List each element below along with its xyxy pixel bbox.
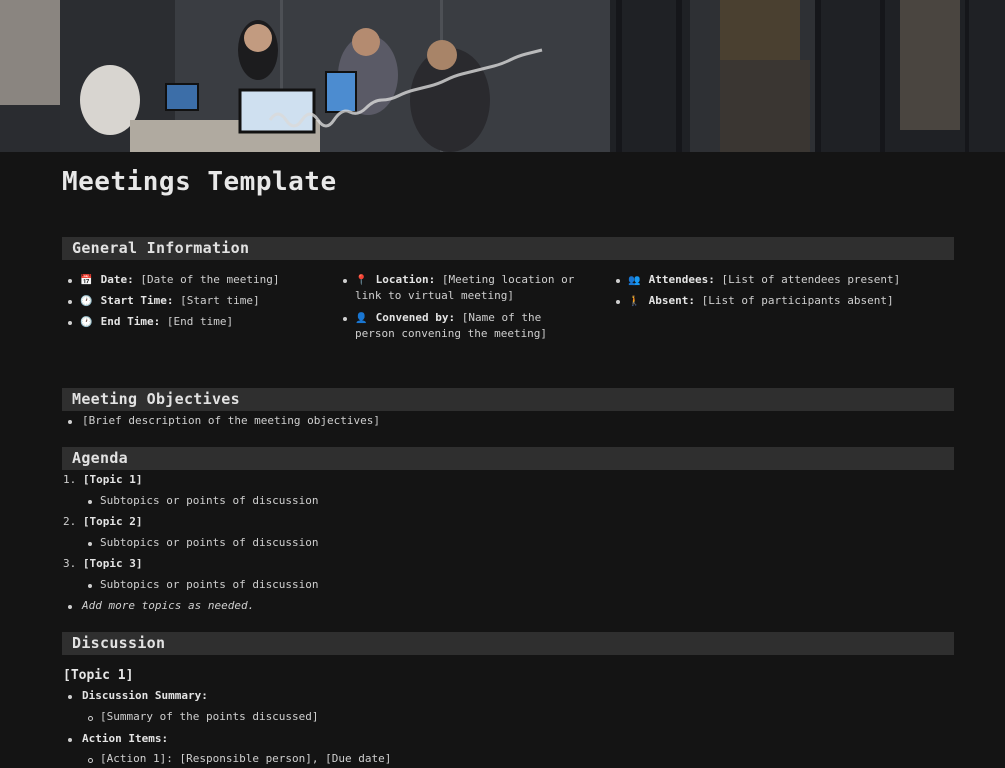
list-item-attendees: 👥 Attendees: [List of attendees present] — [628, 272, 900, 289]
list-item-location-cont: link to virtual meeting] — [355, 289, 514, 302]
agenda-topic-3: 3. [Topic 3] — [63, 557, 143, 570]
sub-bullet — [88, 716, 93, 721]
list-item-start-time: 🕐 Start Time: [Start time] — [80, 293, 260, 310]
person-icon: 👤 — [355, 313, 368, 324]
bullet — [68, 300, 72, 304]
agenda-topic-2: 2. [Topic 2] — [63, 515, 143, 528]
list-item-objective: [Brief description of the meeting object… — [82, 414, 381, 427]
bullet — [88, 542, 92, 546]
list-item-convened-by-cont: person convening the meeting] — [355, 327, 548, 340]
action-item-1: [Action 1]: [Responsible person], [Due d… — [100, 752, 392, 765]
discussion-topic-heading: [Topic 1] — [63, 668, 134, 683]
people-icon: 👥 — [628, 275, 641, 286]
bullet — [68, 321, 72, 325]
action-items-label: Action Items: — [82, 732, 169, 745]
section-heading-discussion: Discussion — [62, 632, 954, 655]
sub-bullet — [88, 758, 93, 763]
bullet — [88, 500, 92, 504]
agenda-topic-1: 1. [Topic 1] — [63, 473, 143, 486]
pin-icon: 📍 — [355, 275, 368, 286]
clock-icon: 🕐 — [80, 296, 93, 307]
agenda-more-note: Add more topics as needed. — [82, 599, 255, 612]
walking-icon: 🚶 — [628, 296, 641, 307]
list-item-date: 📅 Date: [Date of the meeting] — [80, 272, 279, 289]
bullet — [68, 279, 72, 283]
bullet — [68, 420, 72, 424]
discussion-summary-value: [Summary of the points discussed] — [100, 710, 319, 723]
clock-icon: 🕐 — [80, 317, 93, 328]
list-item-location: 📍 Location: [Meeting location or — [355, 272, 574, 289]
list-item-convened-by: 👤 Convened by: [Name of the — [355, 310, 541, 327]
discussion-summary-label: Discussion Summary: — [82, 689, 208, 702]
bullet — [68, 738, 72, 742]
bullet — [68, 695, 72, 699]
agenda-subtopic-3: Subtopics or points of discussion — [100, 578, 319, 591]
bullet — [343, 317, 347, 321]
section-heading-general: General Information — [62, 237, 954, 260]
cover-photo-illustration — [0, 0, 1005, 152]
bullet — [616, 279, 620, 283]
page-title: Meetings Template — [62, 167, 337, 197]
calendar-icon: 📅 — [80, 275, 93, 286]
section-heading-objectives: Meeting Objectives — [62, 388, 954, 411]
list-item-end-time: 🕐 End Time: [End time] — [80, 314, 233, 331]
bullet — [88, 584, 92, 588]
bullet — [68, 605, 72, 609]
section-heading-agenda: Agenda — [62, 447, 954, 470]
cover-image — [0, 0, 1005, 152]
agenda-subtopic-1: Subtopics or points of discussion — [100, 494, 319, 507]
list-item-absent: 🚶 Absent: [List of participants absent] — [628, 293, 894, 310]
agenda-subtopic-2: Subtopics or points of discussion — [100, 536, 319, 549]
bullet — [343, 279, 347, 283]
bullet — [616, 300, 620, 304]
